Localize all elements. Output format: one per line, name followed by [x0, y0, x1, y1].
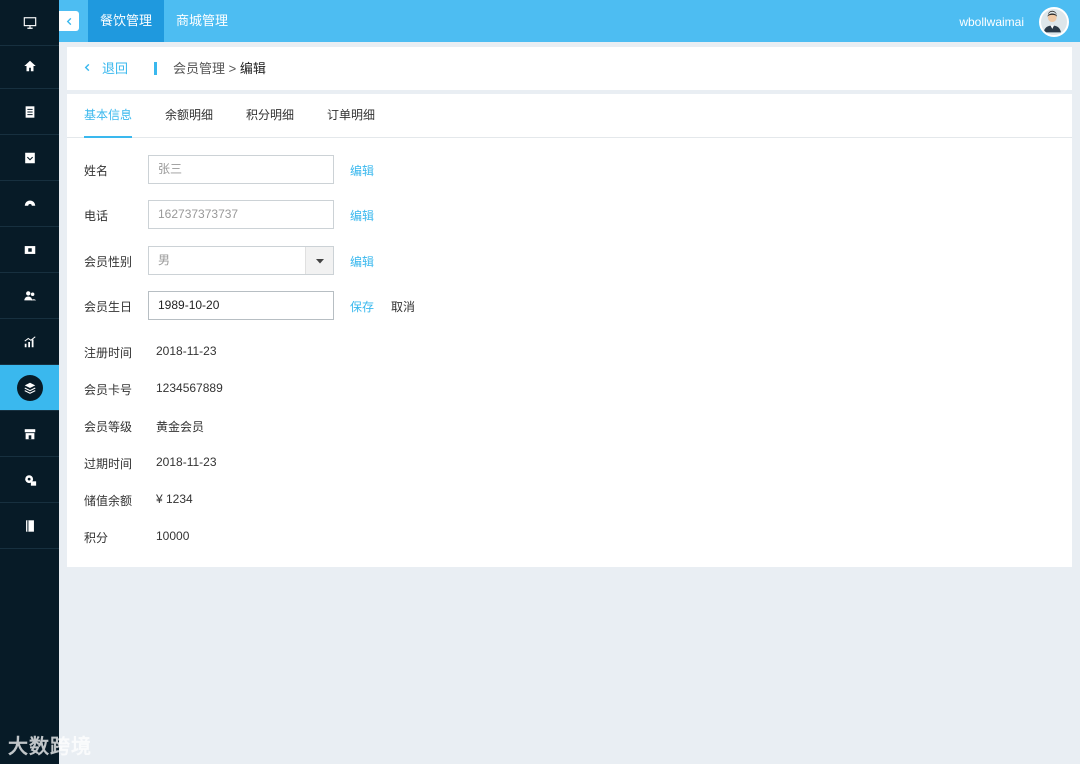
info-label: 储值余额: [84, 494, 133, 508]
chevron-left-icon: [83, 47, 92, 90]
settings-icon[interactable]: [0, 457, 59, 503]
register-time-value: 2018-11-23: [156, 344, 217, 358]
info-label: 注册时间: [84, 346, 133, 360]
top-bar: 餐饮管理 商城管理 wbollwaimai: [59, 0, 1080, 42]
users-icon[interactable]: [0, 273, 59, 319]
watermark: 大数跨境: [8, 736, 92, 758]
info-label: 过期时间: [84, 457, 133, 471]
wallet-icon[interactable]: [0, 227, 59, 273]
back-button[interactable]: 退回: [83, 47, 128, 90]
edit-gender-button[interactable]: 编辑: [350, 253, 374, 270]
document-icon[interactable]: [0, 89, 59, 135]
collapse-sidebar-button[interactable]: [59, 11, 79, 31]
breadcrumb-parent[interactable]: 会员管理 >: [173, 61, 240, 76]
info-label: 会员卡号: [84, 383, 133, 397]
breadcrumb: 退回 会员管理 > 编辑: [67, 47, 1072, 90]
breadcrumb-divider: [154, 62, 157, 75]
save-button[interactable]: 保存: [350, 298, 374, 315]
tab-balance-detail[interactable]: 余额明细: [165, 94, 213, 138]
gender-select[interactable]: 男: [148, 246, 334, 275]
home-icon[interactable]: [0, 43, 59, 89]
name-label: 姓名: [84, 164, 109, 178]
name-field[interactable]: 张三: [148, 155, 334, 184]
cancel-button[interactable]: 取消: [391, 298, 415, 315]
breadcrumb-path: 会员管理 > 编辑: [173, 47, 266, 90]
tab-points-detail[interactable]: 积分明细: [246, 94, 294, 138]
store-icon[interactable]: [0, 411, 59, 457]
edit-phone-button[interactable]: 编辑: [350, 207, 374, 224]
breadcrumb-current: 编辑: [239, 61, 266, 76]
stored-balance-value: ¥ 1234: [156, 492, 193, 506]
back-label: 退回: [102, 61, 129, 76]
edit-name-button[interactable]: 编辑: [350, 162, 374, 179]
tab-basic-info[interactable]: 基本信息: [84, 94, 133, 138]
birthday-field[interactable]: 1989-10-20: [148, 291, 334, 320]
phone-label: 电话: [84, 209, 109, 223]
tab-bar: 基本信息 余额明细 积分明细 订单明细: [67, 94, 1072, 138]
expire-time-value: 2018-11-23: [156, 455, 217, 469]
chart-icon[interactable]: [0, 319, 59, 365]
cloud-icon[interactable]: [0, 181, 59, 227]
gender-value: 男: [158, 253, 171, 267]
info-label: 积分: [84, 531, 109, 545]
tab-order-detail[interactable]: 订单明细: [327, 94, 375, 138]
phone-field[interactable]: 162737373737: [148, 200, 334, 229]
inbox-icon[interactable]: [0, 135, 59, 181]
monitor-icon[interactable]: [0, 0, 59, 46]
top-tab-mall[interactable]: 商城管理: [164, 0, 240, 42]
layers-icon[interactable]: [0, 365, 59, 411]
sidebar: [0, 0, 59, 764]
username[interactable]: wbollwaimai: [959, 0, 1024, 44]
book-icon[interactable]: [0, 503, 59, 549]
member-level-value: 黄金会员: [156, 420, 205, 434]
points-value: 10000: [156, 529, 190, 543]
caret-down-icon[interactable]: [305, 247, 333, 274]
gender-label: 会员性别: [84, 255, 133, 269]
avatar[interactable]: [1039, 7, 1069, 37]
card-number-value: 1234567889: [156, 381, 223, 395]
birthday-label: 会员生日: [84, 300, 133, 314]
chevron-left-icon: [66, 17, 71, 25]
info-label: 会员等级: [84, 420, 133, 434]
member-detail-card: 基本信息 余额明细 积分明细 订单明细 姓名 张三 编辑 电话 16273737…: [67, 94, 1072, 567]
top-tab-catering[interactable]: 餐饮管理: [88, 0, 165, 42]
